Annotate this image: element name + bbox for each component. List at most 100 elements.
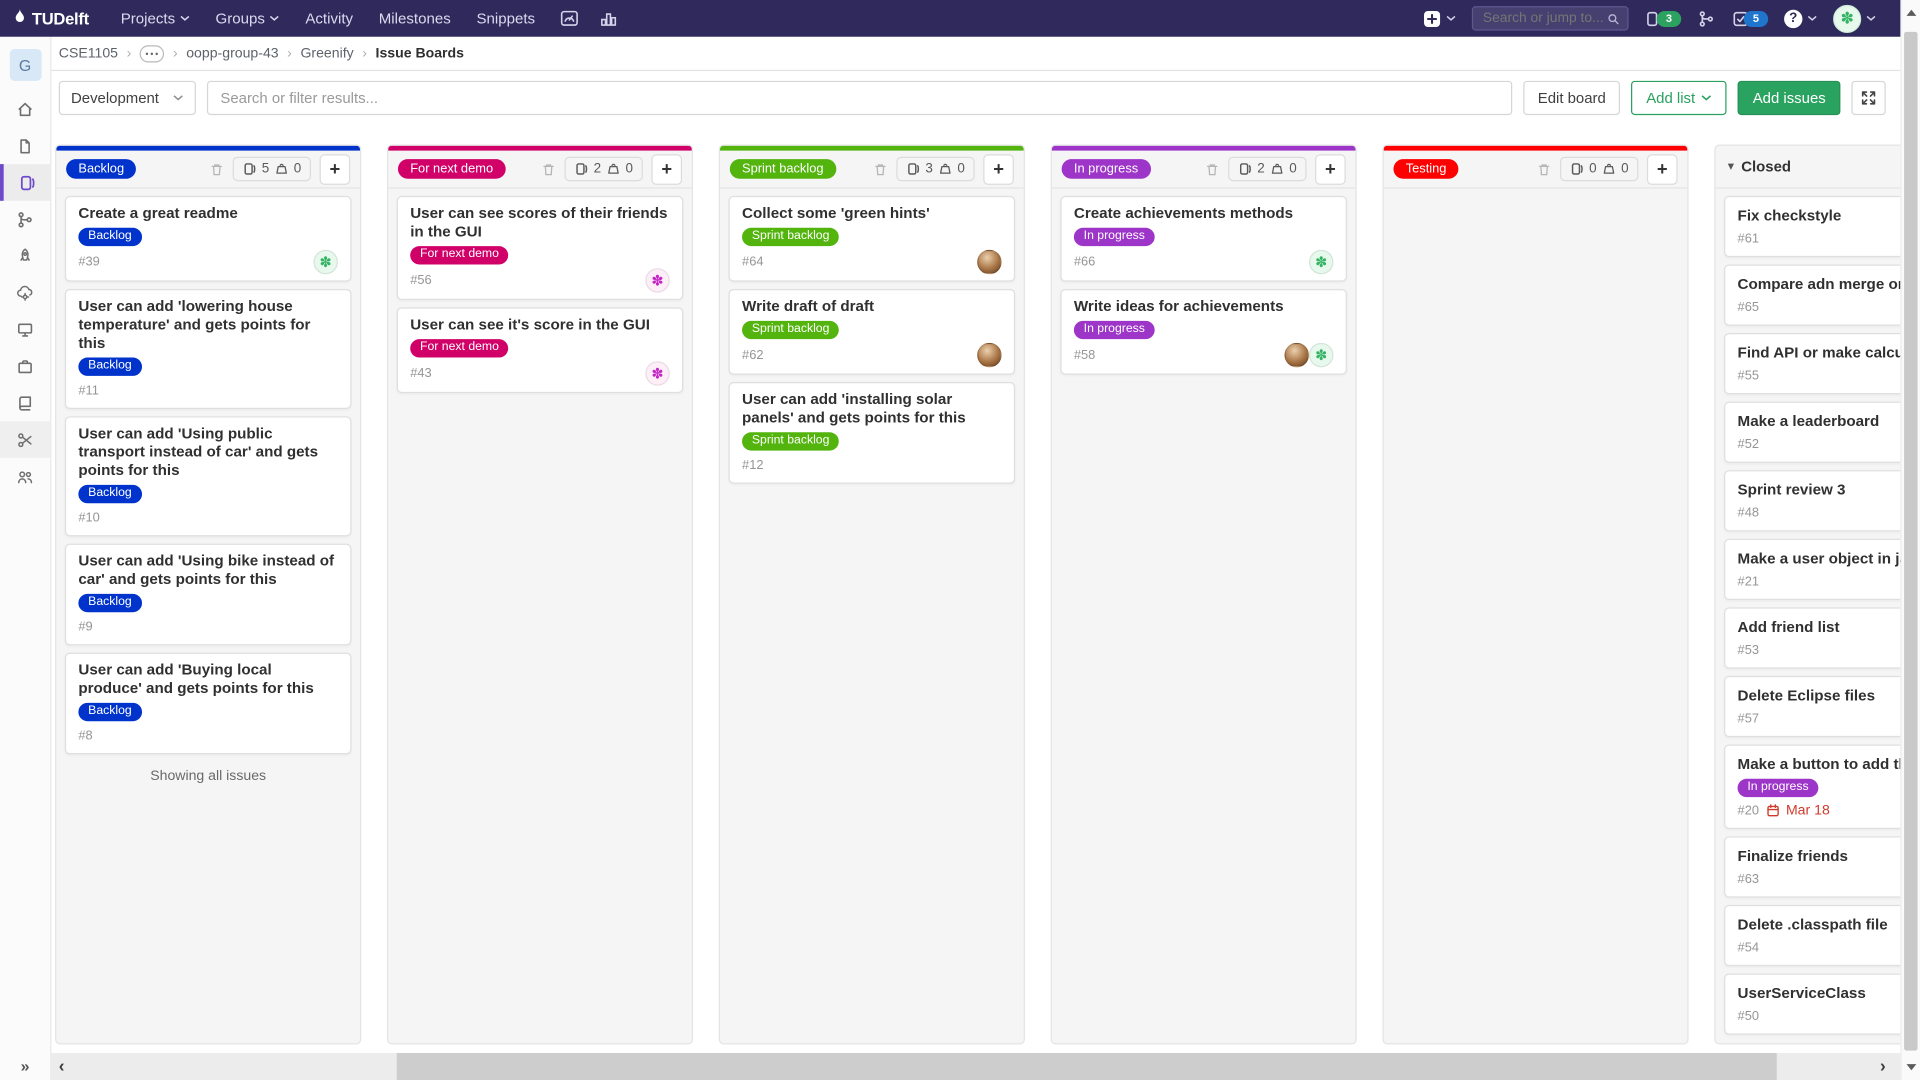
assignee-avatar[interactable] (977, 343, 1001, 367)
menu-projects[interactable]: Projects (121, 10, 190, 27)
list-header[interactable]: ▾ Closed (1716, 146, 1901, 189)
breadcrumb-subgroup[interactable]: oopp-group-43 (186, 46, 278, 61)
sidebar-item-merge-requests[interactable] (0, 201, 50, 238)
sidebar-item-repository[interactable] (0, 127, 50, 164)
delete-list-icon[interactable] (209, 161, 224, 177)
issue-card[interactable]: Write draft of draft Sprint backlog #62 (729, 289, 1016, 375)
issue-card[interactable]: Finalize friends #63 (1724, 836, 1900, 897)
issue-card[interactable]: Delete .classpath file #54 (1724, 905, 1900, 966)
breadcrumb-ellipsis-button[interactable] (140, 45, 164, 62)
issue-card[interactable]: User can add 'installing solar panels' a… (729, 382, 1016, 484)
fullscreen-button[interactable] (1851, 81, 1885, 115)
sidebar-item-operations[interactable] (0, 274, 50, 311)
scroll-right-icon[interactable]: › (1880, 1053, 1886, 1079)
issue-card[interactable]: Delete Eclipse files #57 (1724, 676, 1900, 737)
breadcrumb-group[interactable]: CSE1105 (59, 46, 118, 61)
merge-requests-icon[interactable] (1697, 9, 1715, 27)
menu-activity[interactable]: Activity (305, 10, 353, 27)
list-label[interactable]: Backlog (66, 159, 136, 179)
issue-card[interactable]: User can add 'Using public transport ins… (65, 416, 352, 536)
add-issues-button[interactable]: Add issues (1738, 81, 1840, 115)
sidebar-item-members[interactable] (0, 458, 50, 495)
assignee-avatar[interactable]: ✽ (645, 268, 669, 292)
sidebar-item-snippets[interactable] (0, 421, 50, 458)
issue-label[interactable]: In progress (1074, 228, 1155, 246)
user-menu[interactable]: ✽ (1833, 4, 1876, 32)
scroll-left-icon[interactable]: ‹ (59, 1053, 65, 1079)
issue-card[interactable]: User can see scores of their friends in … (397, 196, 684, 300)
menu-snippets[interactable]: Snippets (476, 10, 535, 27)
sidebar-expand-button[interactable]: » (0, 1057, 50, 1075)
assignee-avatar[interactable]: ✽ (1309, 250, 1333, 274)
sidebar-item-issues[interactable] (0, 164, 50, 201)
add-issue-to-list-button[interactable]: + (1647, 154, 1678, 185)
edit-board-button[interactable]: Edit board (1523, 81, 1620, 115)
new-menu[interactable] (1423, 9, 1456, 27)
global-search[interactable] (1472, 6, 1629, 30)
issue-label[interactable]: In progress (1074, 321, 1155, 339)
issue-label[interactable]: Backlog (78, 358, 141, 376)
issue-card[interactable]: Sprint review 3 #48 (1724, 470, 1900, 531)
issue-label[interactable]: Sprint backlog (742, 228, 839, 246)
assignee-avatar[interactable] (1284, 343, 1308, 367)
assignee-avatar[interactable]: ✽ (1309, 343, 1333, 367)
issue-card[interactable]: UserServiceClass #50 (1724, 973, 1900, 1034)
scroll-up-icon[interactable] (1907, 10, 1917, 16)
add-issue-to-list-button[interactable]: + (1315, 154, 1346, 185)
sidebar-item-home[interactable] (0, 91, 50, 128)
assignee-avatar[interactable]: ✽ (313, 250, 337, 274)
issue-label[interactable]: Backlog (78, 703, 141, 721)
issues-shortcut[interactable]: 3 (1644, 9, 1681, 27)
issue-label[interactable]: For next demo (410, 246, 509, 264)
tudelft-logo[interactable]: TUDelft (12, 9, 89, 29)
vertical-scrollbar-thumb[interactable] (1904, 32, 1917, 1051)
issue-card[interactable]: Fix checkstyle #61 (1724, 196, 1900, 257)
issue-label[interactable]: Backlog (78, 228, 141, 246)
issue-card[interactable]: Make a button to add the vegetarian meal… (1724, 744, 1900, 828)
delete-list-icon[interactable] (541, 161, 556, 177)
list-label[interactable]: Testing (1393, 159, 1458, 179)
issue-card[interactable]: User can add 'Buying local produce' and … (65, 653, 352, 755)
issue-card[interactable]: Create achievements methods In progress … (1060, 196, 1347, 282)
issue-label[interactable]: Backlog (78, 594, 141, 612)
issue-card[interactable]: User can add 'lowering house temperature… (65, 289, 352, 409)
horizontal-scrollbar-thumb[interactable] (397, 1053, 1777, 1080)
sidebar-item-registry[interactable] (0, 348, 50, 385)
issue-label[interactable]: Backlog (78, 485, 141, 503)
vertical-scrollbar[interactable] (1900, 0, 1920, 1080)
scroll-down-icon[interactable] (1907, 1064, 1917, 1070)
assignee-avatar[interactable]: ✽ (645, 361, 669, 385)
add-list-button[interactable]: Add list (1632, 81, 1727, 115)
issue-card[interactable]: Make a user object in java #21 (1724, 539, 1900, 600)
add-issue-to-list-button[interactable]: + (983, 154, 1014, 185)
filter-input[interactable] (207, 81, 1512, 115)
add-issue-to-list-button[interactable]: + (320, 154, 351, 185)
sidebar-item-ci-cd[interactable] (0, 238, 50, 275)
issue-label[interactable]: For next demo (410, 339, 509, 357)
delete-list-icon[interactable] (1536, 161, 1551, 177)
issue-card[interactable]: Add friend list #53 (1724, 607, 1900, 668)
list-label[interactable]: In progress (1062, 159, 1151, 179)
charts-icon[interactable] (599, 9, 619, 29)
global-search-input[interactable] (1480, 10, 1606, 27)
menu-milestones[interactable]: Milestones (379, 10, 451, 27)
issue-label[interactable]: Sprint backlog (742, 321, 839, 339)
issue-card[interactable]: User can see it's score in the GUI For n… (397, 307, 684, 393)
issue-card[interactable]: Make a leaderboard #52 (1724, 402, 1900, 463)
breadcrumb-project[interactable]: Greenify (300, 46, 353, 61)
sidebar-item-metrics[interactable] (0, 311, 50, 348)
dashboard-icon[interactable] (560, 9, 580, 29)
board-switcher[interactable]: Development (59, 81, 196, 115)
assignee-avatar[interactable] (977, 250, 1001, 274)
list-label[interactable]: For next demo (398, 159, 505, 179)
issue-label[interactable]: Sprint backlog (742, 432, 839, 450)
issue-card[interactable]: Collect some 'green hints' Sprint backlo… (729, 196, 1016, 282)
sidebar-item-wiki[interactable] (0, 384, 50, 421)
issue-card[interactable]: Write ideas for achievements In progress… (1060, 289, 1347, 375)
issue-card[interactable]: User can add 'Using bike instead of car'… (65, 544, 352, 646)
todos-shortcut[interactable]: 5 (1731, 9, 1768, 27)
issue-card[interactable]: Create a great readme Backlog #39✽ (65, 196, 352, 282)
menu-groups[interactable]: Groups (216, 10, 280, 27)
issue-label[interactable]: In progress (1738, 779, 1819, 797)
issue-card[interactable]: Compare adn merge or delete old branches… (1724, 264, 1900, 325)
